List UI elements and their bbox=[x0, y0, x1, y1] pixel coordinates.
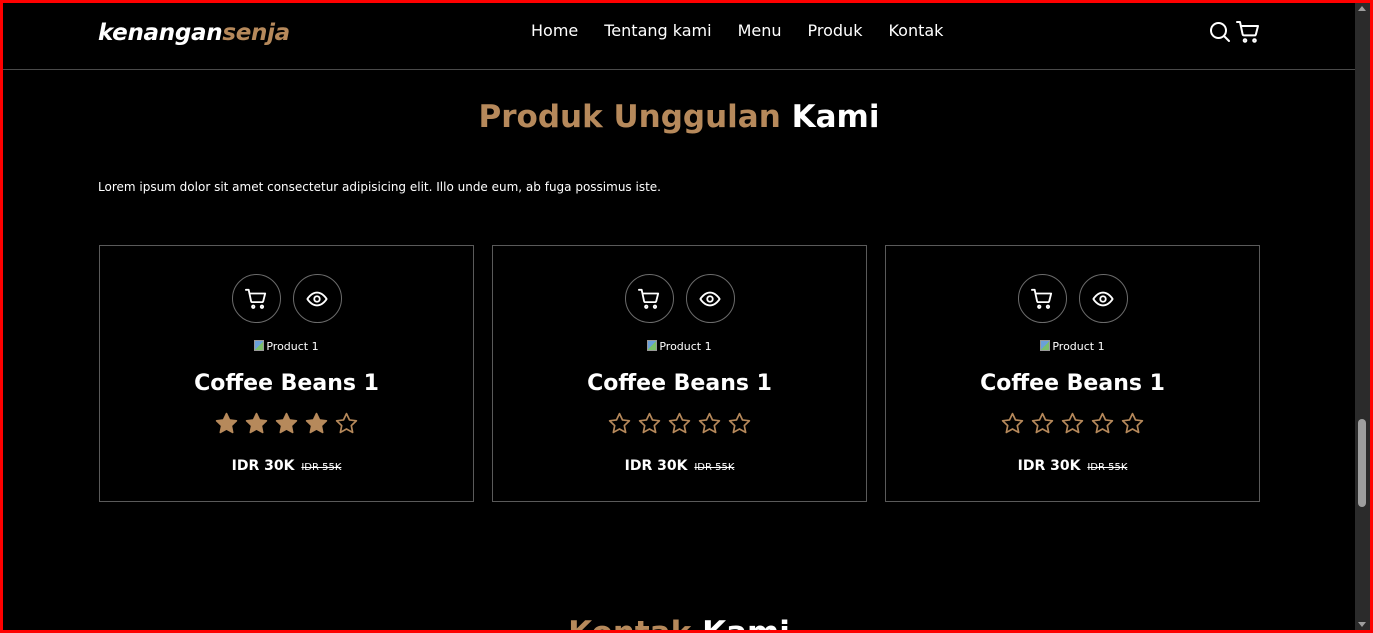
nav-link-menu[interactable]: Menu bbox=[738, 21, 782, 40]
product-rating bbox=[100, 411, 473, 436]
nav-icons bbox=[1208, 20, 1260, 44]
nav-link-kontak[interactable]: Kontak bbox=[888, 21, 943, 40]
broken-image-icon bbox=[254, 340, 265, 351]
product-image-alt: Product 1 bbox=[659, 340, 712, 353]
star-outline-icon bbox=[1061, 412, 1084, 434]
view-detail-button[interactable] bbox=[292, 274, 342, 323]
broken-image-icon bbox=[647, 340, 658, 351]
shopping-cart-icon bbox=[245, 288, 267, 310]
broken-image-icon bbox=[1040, 340, 1051, 351]
contact-title-rest: Kami bbox=[702, 615, 790, 630]
product-price-current: IDR 30K bbox=[624, 458, 688, 474]
product-price-old: IDR 55K bbox=[301, 462, 342, 473]
product-price-old: IDR 55K bbox=[694, 462, 735, 473]
star-outline-icon bbox=[638, 412, 661, 434]
eye-icon bbox=[1092, 288, 1114, 310]
contact-section-title: Kontak Kami bbox=[3, 615, 1355, 630]
products-title-rest: Kami bbox=[791, 99, 880, 135]
eye-icon bbox=[306, 288, 328, 310]
product-card: Product 1 Coffee Beans 1 IDR 30K IDR 55K bbox=[885, 245, 1260, 502]
nav-links: Home Tentang kami Menu Produk Kontak bbox=[531, 21, 969, 40]
product-image-alt: Product 1 bbox=[266, 340, 319, 353]
products-title-highlight: Produk Unggulan bbox=[478, 99, 781, 135]
product-card: Product 1 Coffee Beans 1 IDR 30K IDR 55K bbox=[492, 245, 867, 502]
product-card-actions bbox=[100, 274, 473, 323]
shopping-cart-icon bbox=[638, 288, 660, 310]
shopping-cart-icon[interactable] bbox=[1236, 20, 1260, 44]
scrollbar-thumb[interactable] bbox=[1358, 419, 1366, 507]
product-price: IDR 30K IDR 55K bbox=[493, 458, 866, 474]
nav-link-produk[interactable]: Produk bbox=[808, 21, 863, 40]
star-outline-icon bbox=[728, 412, 751, 434]
product-price-current: IDR 30K bbox=[231, 458, 295, 474]
nav-link-home[interactable]: Home bbox=[531, 21, 578, 40]
product-rating bbox=[886, 411, 1259, 436]
product-image-alt: Product 1 bbox=[1052, 340, 1105, 353]
product-name: Coffee Beans 1 bbox=[587, 371, 772, 396]
products-section-description: Lorem ipsum dolor sit amet consectetur a… bbox=[98, 180, 661, 194]
scroll-up-arrow-icon[interactable] bbox=[1358, 6, 1366, 11]
nav-link-tentang-kami[interactable]: Tentang kami bbox=[604, 21, 711, 40]
view-detail-button[interactable] bbox=[1078, 274, 1128, 323]
star-outline-icon bbox=[1091, 412, 1114, 434]
navbar: kenangansenja Home Tentang kami Menu Pro… bbox=[3, 3, 1355, 70]
product-image: Product 1 bbox=[886, 340, 1259, 353]
product-price: IDR 30K IDR 55K bbox=[886, 458, 1259, 474]
product-name: Coffee Beans 1 bbox=[194, 371, 379, 396]
product-card-actions bbox=[493, 274, 866, 323]
brand-logo-part2: senja bbox=[222, 20, 290, 46]
product-price-current: IDR 30K bbox=[1017, 458, 1081, 474]
star-filled-icon bbox=[215, 412, 238, 434]
contact-title-highlight: Kontak bbox=[568, 615, 691, 630]
vertical-scrollbar[interactable] bbox=[1355, 3, 1370, 630]
shopping-cart-icon bbox=[1031, 288, 1053, 310]
add-to-cart-button[interactable] bbox=[624, 274, 674, 323]
star-filled-icon bbox=[305, 412, 328, 434]
star-outline-icon bbox=[1031, 412, 1054, 434]
star-outline-icon bbox=[698, 412, 721, 434]
scroll-down-arrow-icon[interactable] bbox=[1358, 622, 1366, 627]
add-to-cart-button[interactable] bbox=[231, 274, 281, 323]
star-filled-icon bbox=[275, 412, 298, 434]
product-name: Coffee Beans 1 bbox=[980, 371, 1165, 396]
product-rating bbox=[493, 411, 866, 436]
star-outline-icon bbox=[335, 412, 358, 434]
star-filled-icon bbox=[245, 412, 268, 434]
product-price-old: IDR 55K bbox=[1087, 462, 1128, 473]
view-detail-button[interactable] bbox=[685, 274, 735, 323]
eye-icon bbox=[699, 288, 721, 310]
add-to-cart-button[interactable] bbox=[1017, 274, 1067, 323]
brand-logo-part1: kenangan bbox=[98, 20, 223, 46]
products-section-title: Produk Unggulan Kami bbox=[3, 99, 1355, 135]
product-price: IDR 30K IDR 55K bbox=[100, 458, 473, 474]
star-outline-icon bbox=[1001, 412, 1024, 434]
brand-logo[interactable]: kenangansenja bbox=[98, 20, 290, 46]
star-outline-icon bbox=[668, 412, 691, 434]
product-image: Product 1 bbox=[100, 340, 473, 353]
star-outline-icon bbox=[1121, 412, 1144, 434]
product-card-actions bbox=[886, 274, 1259, 323]
product-card: Product 1 Coffee Beans 1 IDR 30K IDR 55K bbox=[99, 245, 474, 502]
product-image: Product 1 bbox=[493, 340, 866, 353]
search-icon[interactable] bbox=[1208, 20, 1232, 44]
star-outline-icon bbox=[608, 412, 631, 434]
page-viewport: kenangansenja Home Tentang kami Menu Pro… bbox=[3, 3, 1355, 630]
